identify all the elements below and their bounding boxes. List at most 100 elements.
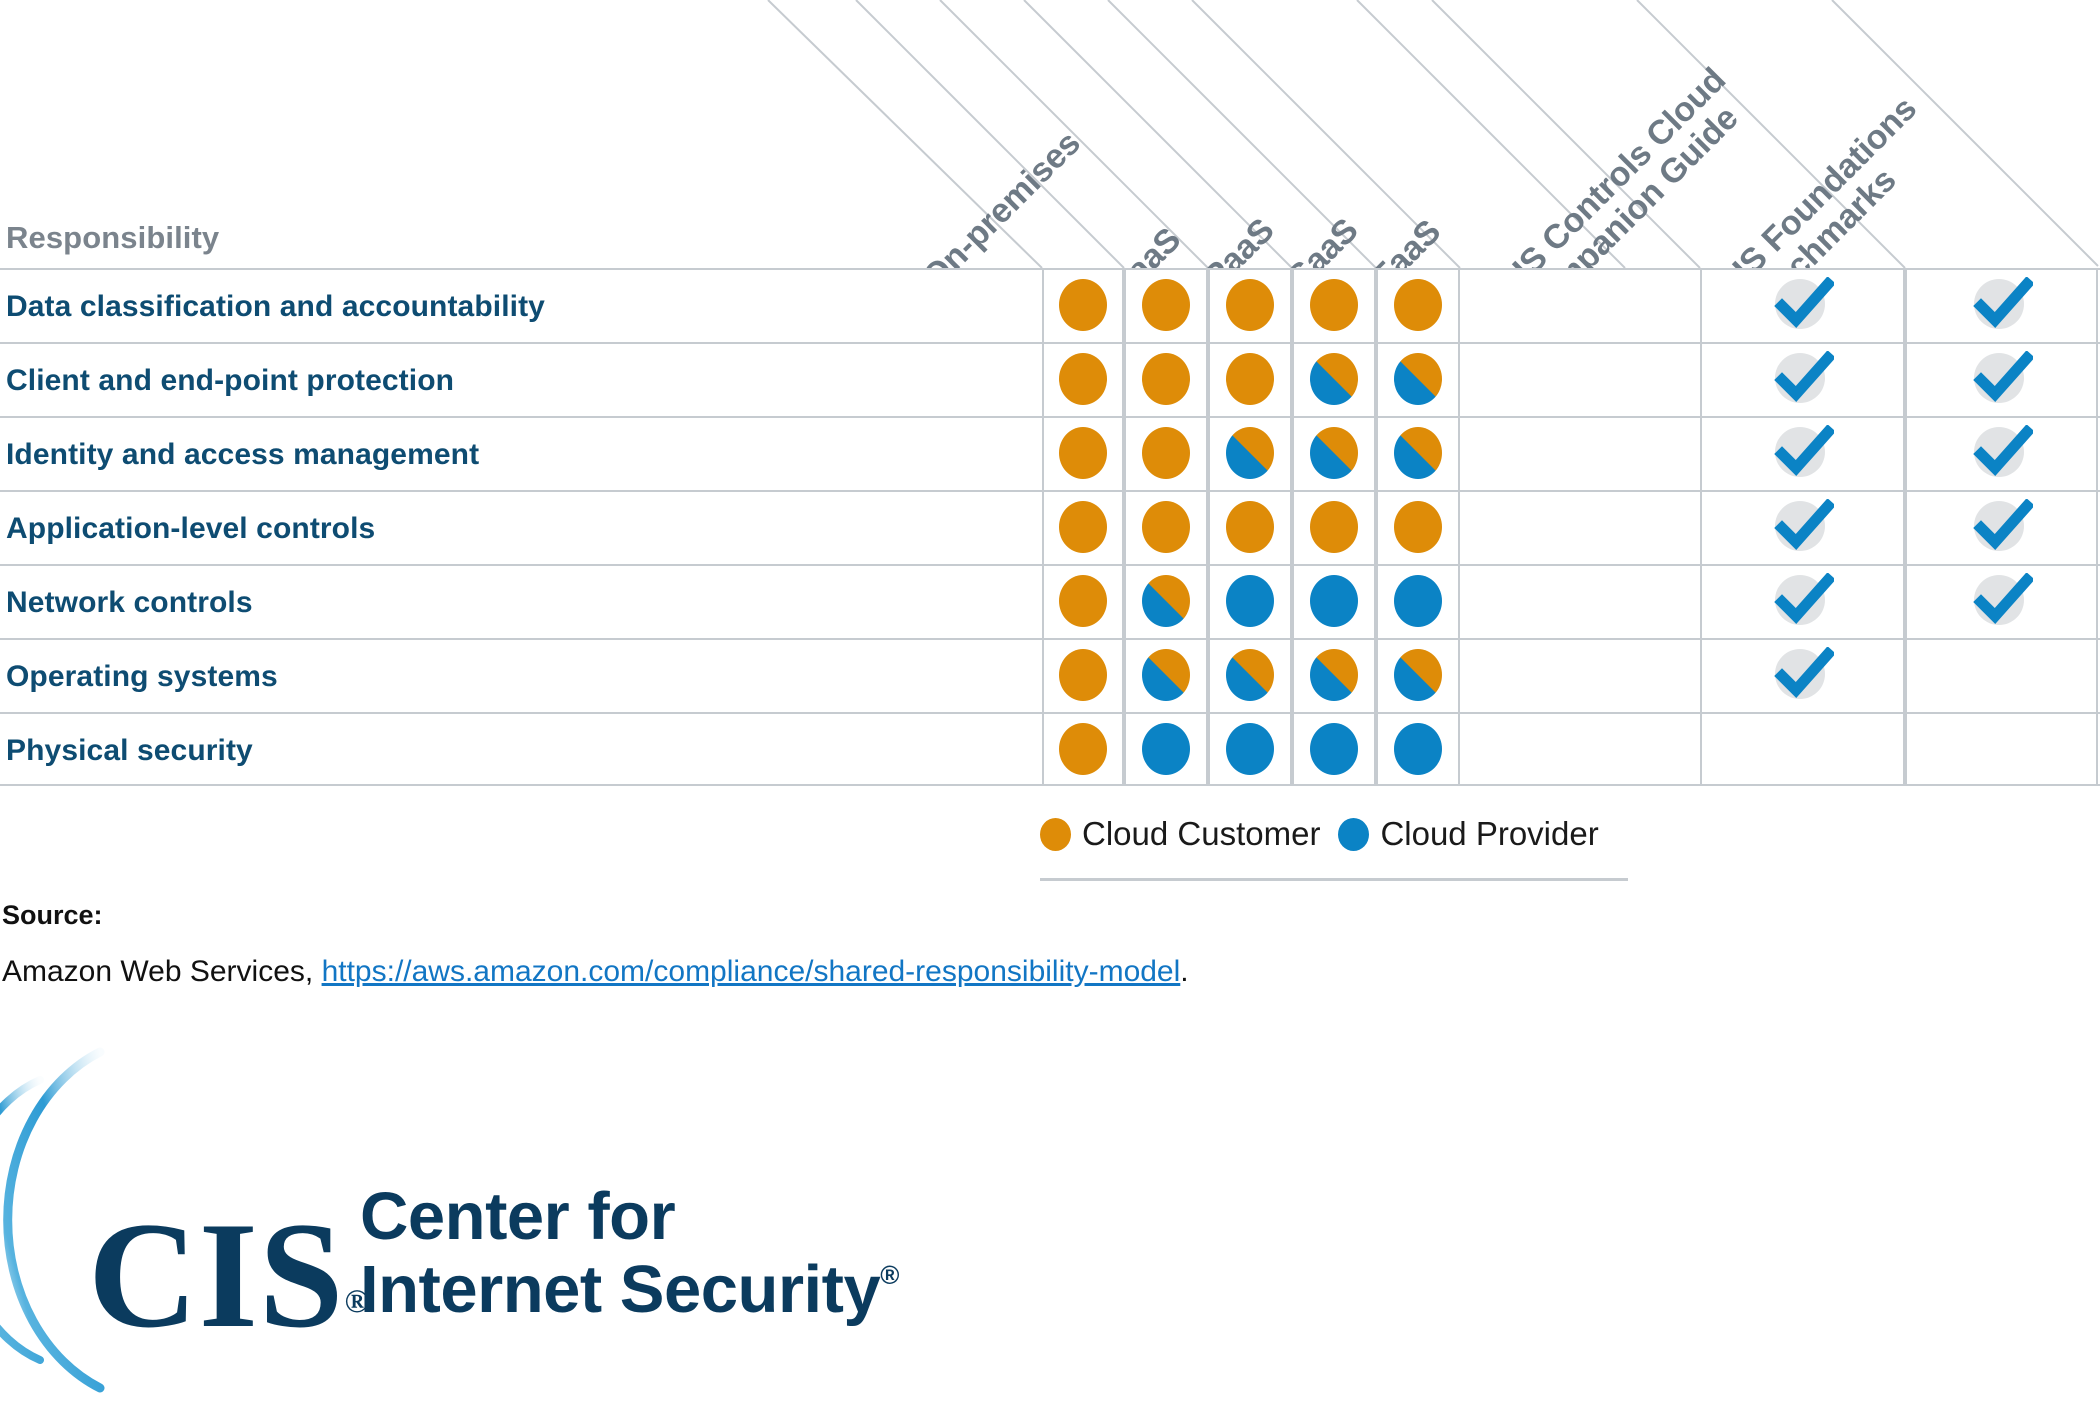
responsibility-cell [1124,712,1208,786]
responsibility-cell [1208,268,1292,342]
responsibility-cell [1208,564,1292,638]
legend-item-cloud-provider: Cloud Provider [1338,815,1599,853]
source-url-link[interactable]: https://aws.amazon.com/compliance/shared… [322,955,1181,988]
cloud-customer-dot-icon [1142,353,1190,405]
table-row: Data classification and accountability [0,268,2100,342]
shared-responsibility-dot-icon [1142,575,1190,627]
table-row: Operating systems [0,638,2100,712]
cis-acronym-text: CIS [88,1191,345,1359]
responsibility-cell [1042,342,1124,416]
shared-responsibility-dot-icon [1226,649,1274,701]
cloud-customer-dot-icon [1059,353,1107,405]
row-label: Network controls [6,586,253,619]
resource-cell [1905,416,2098,490]
table-row: Physical security [0,712,2100,786]
responsibility-cell [1376,268,1460,342]
shared-responsibility-dot-icon [1310,427,1358,479]
checkmark-icon [1971,499,2033,555]
resource-cell [1905,638,2098,712]
cloud-customer-dot-icon [1142,501,1190,553]
cloud-provider-dot-icon [1310,723,1358,775]
cloud-customer-dot-icon [1226,353,1274,405]
responsibility-cell [1376,564,1460,638]
shared-responsibility-dot-icon [1394,427,1442,479]
table-row: Application-level controls [0,490,2100,564]
responsibility-cell [1376,416,1460,490]
responsibility-cell [1208,712,1292,786]
responsibility-cell [1208,342,1292,416]
cloud-customer-dot-icon [1310,501,1358,553]
cis-wordmark-line2: Internet Security® [360,1253,899,1326]
source-suffix: . [1180,955,1189,988]
row-label: Physical security [6,734,253,767]
responsibility-cell [1042,490,1124,564]
responsibility-cell [1208,490,1292,564]
resource-cell [1905,342,2098,416]
responsibility-cell [1292,490,1376,564]
cloud-provider-dot-icon [1226,575,1274,627]
responsibility-cell [1292,268,1376,342]
responsibility-cell [1292,712,1376,786]
cloud-provider-dot-icon [1394,575,1442,627]
checkmark-icon [1971,573,2033,629]
responsibility-cell [1042,638,1124,712]
resource-cell [1700,490,1905,564]
legend-item-cloud-customer: Cloud Customer [1040,815,1320,853]
cloud-customer-dot-icon [1142,279,1190,331]
cloud-customer-dot-icon [1059,575,1107,627]
resource-cell [1905,712,2098,786]
responsibility-cell [1376,712,1460,786]
registered-mark-icon: ® [880,1260,899,1291]
cloud-customer-dot-icon [1142,427,1190,479]
table-row: Identity and access management [0,416,2100,490]
resource-cell [1905,490,2098,564]
responsibility-cell [1124,416,1208,490]
responsibility-cell [1208,416,1292,490]
responsibility-cell [1292,564,1376,638]
cis-wordmark: Center for Internet Security® [360,1180,899,1326]
cloud-customer-dot-icon [1059,501,1107,553]
row-label: Identity and access management [6,438,480,471]
checkmark-icon [1772,647,1834,703]
diagonal-header-band: On-premises IaaS PaaS SaaS FaaS CIS Cont… [0,0,2100,268]
table-row: Network controls [0,564,2100,638]
responsibility-cell [1124,342,1208,416]
checkmark-icon [1971,351,2033,407]
cloud-provider-dot-icon [1142,723,1190,775]
shared-responsibility-dot-icon [1394,649,1442,701]
legend-divider [1040,878,1628,881]
responsibility-cell [1124,268,1208,342]
resource-cell [1905,268,2098,342]
cloud-customer-dot-icon [1059,427,1107,479]
resource-cell [1700,564,1905,638]
resource-cell [1700,638,1905,712]
infographic-root: On-premises IaaS PaaS SaaS FaaS CIS Cont… [0,0,2100,1417]
cloud-provider-dot-icon [1338,817,1370,851]
responsibility-cell [1042,712,1124,786]
resource-cell [1700,712,1905,786]
cloud-provider-dot-icon [1310,575,1358,627]
responsibility-cell [1376,638,1460,712]
checkmark-icon [1772,277,1834,333]
shared-responsibility-dot-icon [1226,427,1274,479]
resource-cell [1905,564,2098,638]
source-prefix: Amazon Web Services, [2,955,322,988]
resource-cell [1700,416,1905,490]
cloud-customer-dot-icon [1226,501,1274,553]
cis-logo: CIS ® Center for Internet Security® [0,1040,1000,1400]
responsibility-cell [1042,564,1124,638]
cloud-customer-dot-icon [1059,723,1107,775]
cloud-provider-dot-icon [1394,723,1442,775]
checkmark-icon [1772,351,1834,407]
cloud-provider-dot-icon [1226,723,1274,775]
checkmark-icon [1772,573,1834,629]
checkmark-icon [1772,425,1834,481]
responsibility-cell [1292,342,1376,416]
shared-responsibility-dot-icon [1394,353,1442,405]
responsibility-cell [1124,638,1208,712]
responsibility-cell [1042,416,1124,490]
resource-cell [1700,268,1905,342]
responsibility-cell [1208,638,1292,712]
checkmark-icon [1971,425,2033,481]
cloud-customer-dot-icon [1310,279,1358,331]
